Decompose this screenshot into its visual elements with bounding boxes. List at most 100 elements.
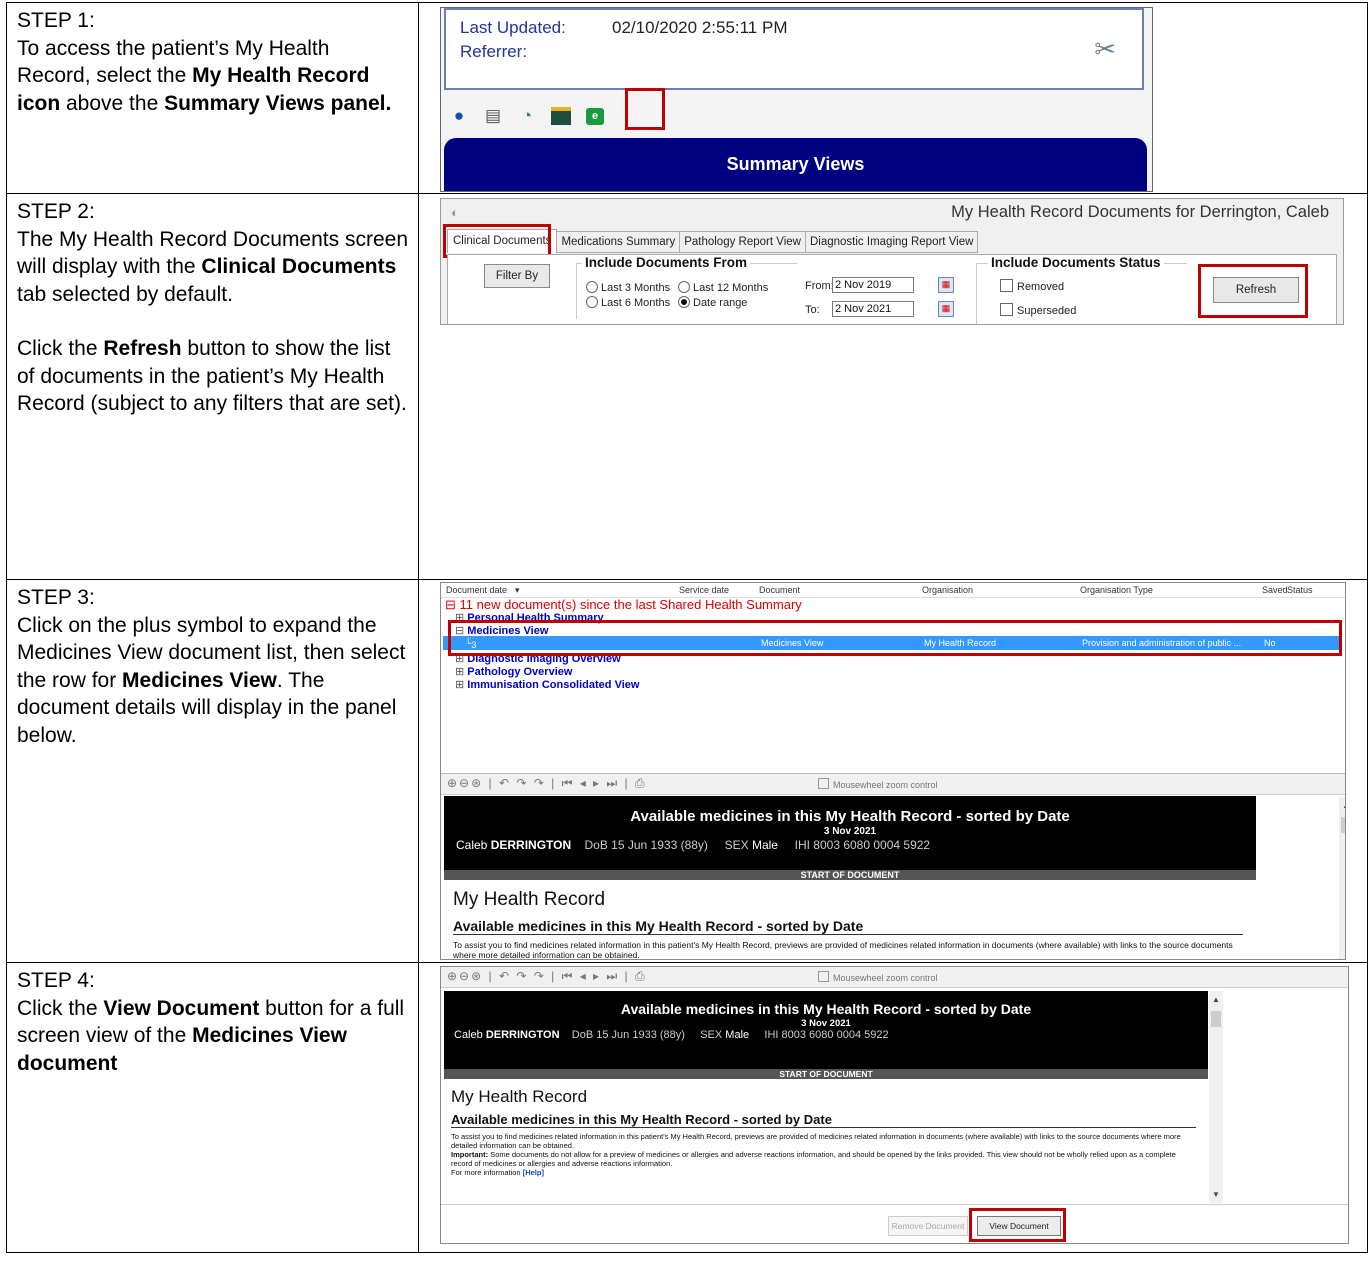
step-bold-text: Clinical Documents (201, 255, 397, 278)
col-document[interactable]: Document (759, 585, 800, 595)
banner-date: 3 Nov 2021 (823, 826, 877, 837)
calendar-icon[interactable]: ▦ (938, 277, 954, 293)
patient-info: Caleb DERRINGTON DoB 15 Jun 1933 (88y) S… (454, 1029, 889, 1041)
step-description: To access the patient’s My Health Record… (17, 35, 408, 118)
step-label: STEP 1: (17, 9, 95, 32)
tools-icon[interactable]: ✂ (1094, 34, 1116, 65)
col-status[interactable]: Status (1287, 585, 1313, 595)
col-organisation-type[interactable]: Organisation Type (1080, 585, 1153, 595)
last-updated-label: Last Updated: (460, 18, 566, 37)
include-from-title: Include Documents From (582, 255, 751, 270)
mhr-more-info: For more information [Help] (451, 1168, 544, 1177)
tree-pathology-overview[interactable]: ⊞ Pathology Overview (455, 665, 572, 678)
mhr-subheading: Available medicines in this My Health Re… (453, 918, 1243, 935)
radio-last-12-months[interactable]: Last 12 Months (678, 281, 768, 294)
step-label: STEP 2: (17, 200, 95, 223)
clock-icon[interactable]: ◔ (517, 106, 537, 126)
highlight-box (1198, 264, 1308, 318)
medicines-view-banner: Available medicines in this My Health Re… (444, 991, 1208, 1079)
document-icon[interactable]: ▤ (483, 106, 503, 126)
step-row-1: STEP 1: To access the patient’s My Healt… (6, 2, 1368, 194)
start-of-document: START OF DOCUMENT (444, 1069, 1208, 1079)
radio-selected-icon (678, 296, 690, 308)
filter-by-button[interactable]: Filter By (484, 264, 550, 288)
card-icon[interactable] (551, 106, 571, 126)
step-row-2: STEP 2: The My Health Record Documents s… (6, 193, 1368, 580)
mousewheel-zoom-checkbox[interactable]: Mousewheel zoom control (818, 778, 938, 790)
scroll-up-icon[interactable]: ▲ (1212, 995, 1220, 1004)
summary-views-panel: Summary Views (444, 138, 1147, 191)
col-organisation[interactable]: Organisation (922, 585, 973, 595)
checkbox-label: Mousewheel zoom control (833, 973, 938, 983)
remove-document-button[interactable]: Remove Document (888, 1216, 968, 1236)
summary-icon-bar: ● ▤ ◔ e (449, 106, 605, 126)
mhr-heading: My Health Record (453, 889, 606, 910)
step-text: above the (60, 91, 165, 115)
tree-immunisation-consolidated-view[interactable]: ⊞ Immunisation Consolidated View (455, 678, 639, 691)
radio-date-range[interactable]: Date range (678, 296, 747, 309)
mhr-important: Important: Some documents do not allow f… (451, 1150, 1176, 1168)
step-description: Click on the plus symbol to expand the M… (17, 612, 408, 750)
mhr-subheading: Available medicines in this My Health Re… (451, 1112, 1196, 1128)
step-label: STEP 4: (17, 969, 95, 992)
tab-medications-summary[interactable]: Medications Summary (556, 231, 681, 253)
step-description: The My Health Record Documents screen wi… (17, 226, 408, 309)
from-date-field[interactable]: 2 Nov 2019 (832, 277, 914, 293)
sort-down-icon: ▾ (515, 585, 520, 595)
radio-label: Last 3 Months (601, 282, 671, 294)
my-health-record-icon[interactable]: e (585, 106, 605, 126)
vertical-scrollbar[interactable]: ▲ ▼ (1209, 991, 1223, 1203)
radio-last-6-months[interactable]: Last 6 Months (586, 296, 670, 309)
to-date-field[interactable]: 2 Nov 2021 (832, 301, 914, 317)
to-label: To: (805, 304, 820, 316)
step-2-screenshot: ◐ My Health Record Documents for Derring… (418, 193, 1368, 580)
documents-window-screenshot: ◐ My Health Record Documents for Derring… (440, 198, 1344, 325)
superseded-checkbox[interactable]: Superseded (1000, 303, 1076, 317)
zoom-controls-icon[interactable]: ⊕⊖⊛ | ↶ ↷ ↷ | ⏮ ◂ ▸ ⏭ | ⎙ (447, 776, 647, 791)
patient-info: Caleb DERRINGTON DoB 15 Jun 1933 (88y) S… (456, 838, 931, 852)
tab-pathology-report-view[interactable]: Pathology Report View (679, 231, 806, 253)
col-service-date[interactable]: Service date (679, 585, 729, 595)
medicines-view-banner: Available medicines in this My Health Re… (444, 796, 1256, 880)
new-documents-text: 11 new document(s) since the last Shared… (459, 597, 802, 612)
step-text: Click the (17, 996, 104, 1020)
scroll-up-icon[interactable]: ▲ (1342, 800, 1345, 810)
radio-last-3-months[interactable]: Last 3 Months (586, 281, 670, 294)
highlight-box (443, 224, 551, 258)
checkbox-icon (818, 971, 829, 982)
col-saved[interactable]: Saved (1262, 585, 1288, 595)
step-bold-text: Summary Views panel. (164, 91, 392, 115)
checkbox-label: Mousewheel zoom control (833, 780, 938, 790)
col-document-date[interactable]: Document date (446, 585, 507, 595)
highlight-box (448, 620, 1342, 656)
tab-diagnostic-imaging-report-view[interactable]: Diagnostic Imaging Report View (804, 231, 979, 253)
calendar-icon[interactable]: ▦ (938, 301, 954, 317)
collapse-icon[interactable]: ⊟ (445, 597, 460, 612)
expand-icon[interactable]: ⊞ (455, 666, 467, 678)
step-text: Click the (17, 337, 104, 360)
scroll-thumb[interactable] (1211, 1011, 1221, 1027)
eye-icon[interactable]: ● (449, 106, 469, 126)
step-1-text: STEP 1: To access the patient’s My Healt… (6, 2, 419, 194)
help-link[interactable]: [Help] (523, 1168, 544, 1177)
scroll-thumb[interactable] (1341, 817, 1345, 833)
step-4-screenshot: ⊕⊖⊛ | ↶ ↷ ↷ | ⏮ ◂ ▸ ⏭ | ⎙ Mousewheel zoo… (418, 962, 1368, 1253)
radio-label: Last 6 Months (601, 297, 671, 309)
mhr-intro-text: To assist you to find medicines related … (451, 1132, 1181, 1150)
vertical-scrollbar[interactable]: ▲ (1339, 797, 1345, 959)
patient-header-screenshot: Last Updated: 02/10/2020 2:55:11 PM Refe… (440, 7, 1153, 192)
highlight-box (969, 1208, 1066, 1242)
mhr-heading: My Health Record (451, 1087, 588, 1106)
expand-icon[interactable]: ⊞ (455, 679, 467, 691)
step-2-text: STEP 2: The My Health Record Documents s… (6, 193, 419, 580)
instructions-table: STEP 1: To access the patient’s My Healt… (6, 2, 1368, 1253)
viewer-toolbar: ⊕⊖⊛ | ↶ ↷ ↷ | ⏮ ◂ ▸ ⏭ | ⎙ Mousewheel zoo… (441, 967, 1348, 988)
radio-icon (586, 296, 598, 308)
step-3-screenshot: Document date ▾ Service date Document Or… (418, 579, 1368, 963)
scroll-down-icon[interactable]: ▼ (1212, 1190, 1220, 1199)
zoom-controls-icon[interactable]: ⊕⊖⊛ | ↶ ↷ ↷ | ⏮ ◂ ▸ ⏭ | ⎙ (447, 969, 647, 984)
radio-icon (586, 281, 598, 293)
referrer-label: Referrer: (460, 42, 528, 61)
mousewheel-zoom-checkbox[interactable]: Mousewheel zoom control (818, 971, 938, 983)
removed-checkbox[interactable]: Removed (1000, 279, 1064, 293)
